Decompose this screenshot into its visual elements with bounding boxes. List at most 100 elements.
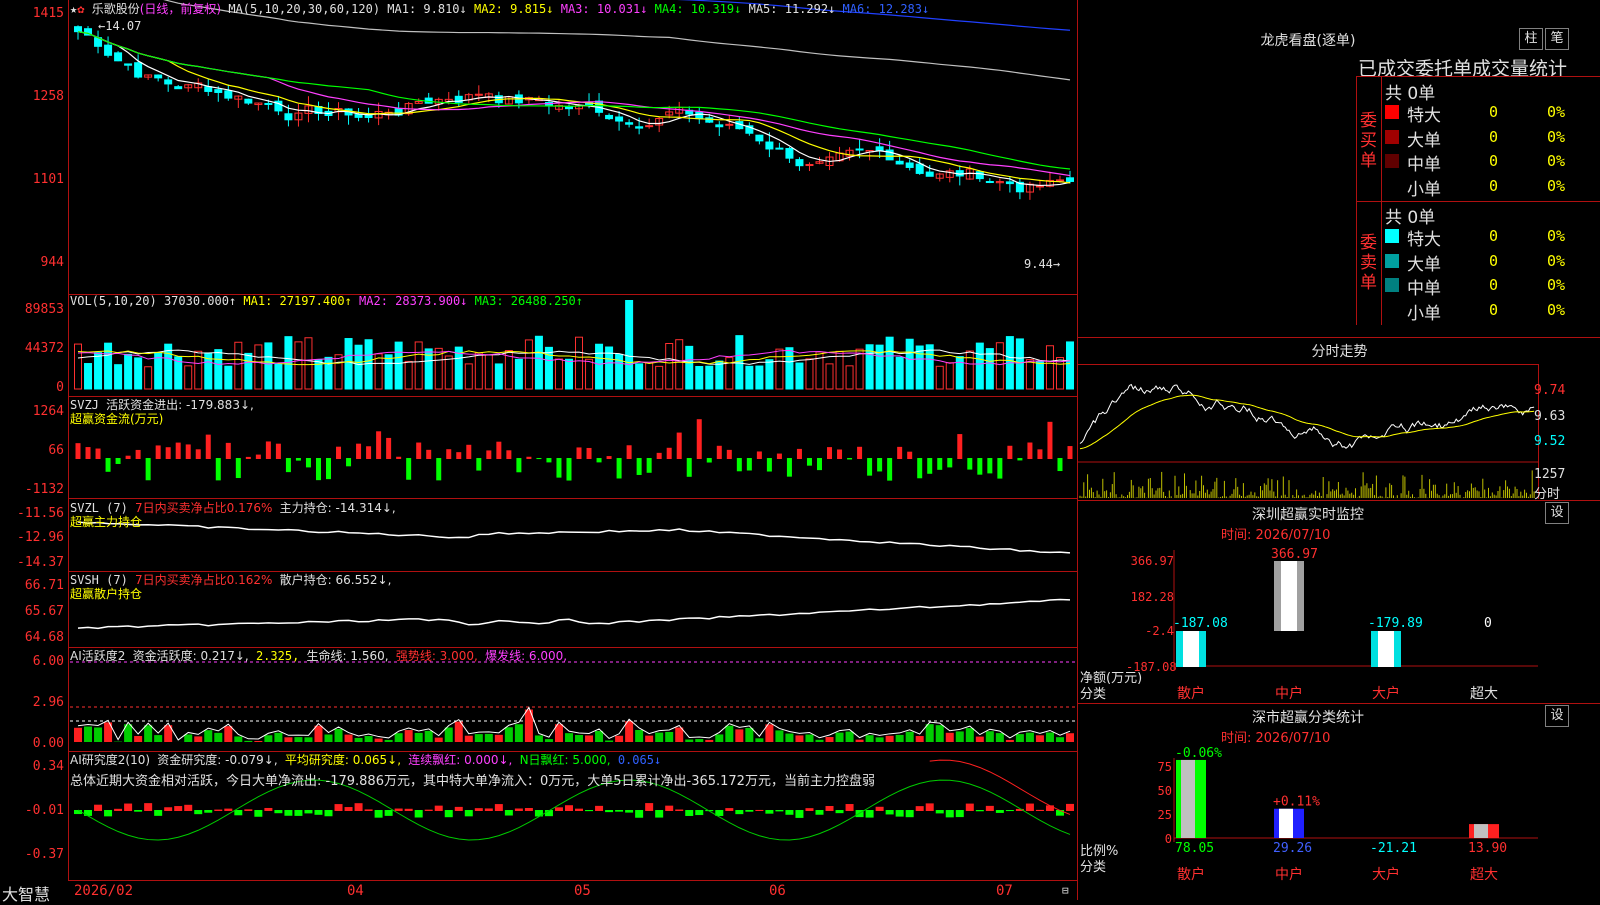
svsh-ratio: 7日内买卖净占比0.162% xyxy=(135,573,272,587)
activity-bar xyxy=(735,729,743,742)
research-bar xyxy=(515,808,523,811)
fund-flow-bar xyxy=(426,450,431,459)
lock-icon[interactable]: ⊟ xyxy=(1062,884,1069,897)
fund-flow-bar xyxy=(296,458,301,461)
fund-flow-bar xyxy=(406,458,411,480)
buy-row-name: 大单 xyxy=(1407,126,1441,151)
volume-bar xyxy=(385,355,392,389)
fund-flow-bar xyxy=(827,447,832,459)
candle-body xyxy=(1036,186,1043,187)
x-label: 07 xyxy=(996,883,1013,899)
activity-bar xyxy=(986,731,994,742)
activity-bar xyxy=(274,733,282,742)
ai2-cont: 连续飘红: 0.000↓, xyxy=(408,753,512,767)
monitor-bar-highlight xyxy=(1281,561,1297,631)
ai2-header: AI研究度2(10) 资金研究度: -0.079↓, 平均研究度: 0.065↓… xyxy=(70,751,661,768)
buy-row-name: 特大 xyxy=(1407,101,1441,126)
activity-bar xyxy=(745,728,753,742)
activity-bar xyxy=(715,734,723,742)
volume-bar xyxy=(535,336,542,389)
volume-bar xyxy=(686,346,693,389)
volume-bar xyxy=(525,340,532,389)
fund-flow-bar xyxy=(727,450,732,459)
fund-flow-bar xyxy=(116,458,121,464)
fund-flow-bar xyxy=(246,457,251,459)
activity-bar xyxy=(264,735,272,742)
research-bar xyxy=(886,810,894,814)
fund-flow-bar xyxy=(386,438,391,459)
research-bar xyxy=(284,810,292,816)
ma-header: MA(5,10,20,30,60,120) xyxy=(228,2,380,16)
classify-cat: 大户 xyxy=(1372,864,1400,884)
bar-mode-button[interactable]: 柱 xyxy=(1519,28,1543,50)
candle-body xyxy=(906,163,913,167)
research-bar xyxy=(936,810,944,813)
activity-bar xyxy=(505,727,513,742)
ai1-ytick: 6.00 xyxy=(0,654,64,669)
research-bar xyxy=(455,807,463,811)
retail-holding-line xyxy=(78,600,1070,629)
research-bar xyxy=(605,810,613,812)
activity-bar xyxy=(515,724,523,742)
x-label: 06 xyxy=(769,883,786,899)
activity-bar xyxy=(254,741,262,742)
activity-bar xyxy=(836,733,844,742)
fund-flow-bar xyxy=(787,458,792,477)
candle-body xyxy=(726,124,733,125)
research-bar xyxy=(645,803,653,811)
monitor-chart[interactable]: -187.08366.97-179.890 xyxy=(1078,500,1600,700)
main-chart-area[interactable]: ★✿ 乐歌股份(日线，前复权) MA(5,10,20,30,60,120) MA… xyxy=(0,0,1077,900)
fund-flow-bar xyxy=(667,448,672,459)
volume-bar xyxy=(976,343,983,389)
classify-bar-highlight xyxy=(1181,760,1195,838)
research-bar xyxy=(665,806,673,811)
intraday-canvas[interactable] xyxy=(1078,362,1600,502)
research-bar xyxy=(345,807,353,811)
sell-row-count: 0 xyxy=(1489,301,1498,319)
buy-row-pct: 0% xyxy=(1547,177,1565,195)
fund-flow-bar xyxy=(206,435,211,459)
volume-bar xyxy=(545,347,552,389)
svzl-ytick: -14.37 xyxy=(0,555,64,570)
volume-bar xyxy=(826,364,833,389)
monitor-bar-highlight xyxy=(1183,631,1199,667)
activity-bar xyxy=(996,733,1004,742)
buy-row-name: 中单 xyxy=(1407,150,1441,175)
x-label: 05 xyxy=(574,883,591,899)
candle-body xyxy=(265,103,272,104)
activity-bar xyxy=(936,725,944,742)
activity-bar xyxy=(425,731,433,742)
candle-body xyxy=(115,53,122,61)
research-bar xyxy=(745,810,753,812)
low-price-label: 9.44→ xyxy=(1024,257,1060,271)
vol-title: VOL(5,10,20) xyxy=(70,294,157,308)
activity-bar xyxy=(705,740,713,742)
flag-icon[interactable]: ✿ xyxy=(77,2,84,16)
ai1-life: 生命线: 1.560, xyxy=(307,649,389,663)
volume-bar xyxy=(586,359,593,389)
ai2-avg: 平均研究度: 0.065↓, xyxy=(285,753,401,767)
fund-flow-bar xyxy=(807,458,812,466)
activity-bar xyxy=(1006,740,1014,742)
research-bar xyxy=(335,804,343,811)
volume-bar xyxy=(846,366,853,389)
research-bar xyxy=(565,805,573,811)
fund-flow-bar xyxy=(186,444,191,459)
activity-bar xyxy=(495,735,503,742)
activity-bar xyxy=(415,733,423,742)
monitor-value-label: 0 xyxy=(1484,616,1492,631)
research-bar xyxy=(615,810,623,812)
volume-bar xyxy=(656,366,663,389)
activity-bar xyxy=(545,739,553,742)
activity-bar xyxy=(685,739,693,742)
research-bar xyxy=(956,810,964,817)
classify-chart[interactable]: -0.06%+0.11%78.0529.26-21.2113.90 xyxy=(1078,700,1600,900)
candle-body xyxy=(776,148,783,149)
tick-mode-button[interactable]: 笔 xyxy=(1545,28,1569,50)
volume-bar xyxy=(696,367,703,389)
activity-bar xyxy=(976,737,984,742)
candle-body xyxy=(716,125,723,127)
fund-flow-bar xyxy=(336,447,341,459)
fund-flow-bar xyxy=(1017,458,1022,460)
research-bar xyxy=(184,805,192,811)
